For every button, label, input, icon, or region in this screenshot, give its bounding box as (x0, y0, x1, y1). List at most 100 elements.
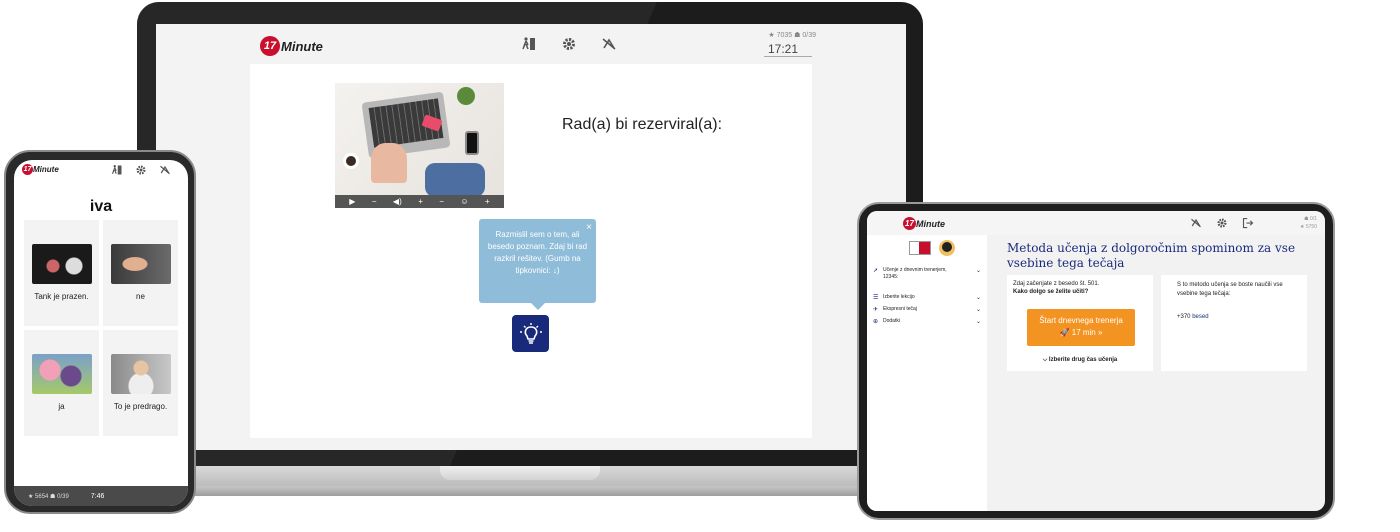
laptop-timer: 17:21 (768, 42, 799, 56)
logo[interactable]: 17 Minute (22, 164, 59, 175)
sidebar-item-lessons[interactable]: ☰ Izberite lekcijo ⌄ (873, 294, 981, 301)
phone-timer: 7:46 (90, 492, 105, 500)
video-controls: ▶ − ◀) + − ☺ + (335, 195, 504, 208)
rocket-icon: ➚ (873, 268, 879, 274)
laptop-screen: 17 Minute ★ 7035 ☗ 0/39 17:21 ▶ − ◀) + −… (156, 24, 906, 450)
gear-icon[interactable] (1215, 216, 1229, 230)
video-player[interactable]: ▶ − ◀) + − ☺ + (335, 83, 504, 208)
laptop-header: 17 Minute ★ 7035 ☗ 0/39 17:21 (156, 24, 906, 60)
answer-image (31, 354, 92, 394)
phone-footer: ★ 5654 ☗ 0/39 7:46 (14, 486, 188, 506)
no-sound-icon[interactable] (158, 163, 172, 177)
answer-image (110, 354, 171, 394)
hint-tooltip: × Razmislil sem o tem, ali besedo poznam… (479, 219, 596, 310)
avatar[interactable] (939, 240, 955, 256)
answer-label: To je predrago. (113, 402, 168, 411)
hint-text: Razmislil sem o tem, ali besedo poznam. … (487, 230, 588, 275)
words-link[interactable]: besed (1192, 314, 1208, 320)
gear-icon[interactable] (560, 35, 578, 53)
laptop-stats: ★ 7035 ☗ 0/39 (768, 32, 816, 39)
tablet: 17 Minute ☗ 0/1 ★ 5750 ➚ Učenje z dnevni… (857, 202, 1335, 520)
answer-grid: Tank je prazen. ne ja To je predrago. (24, 220, 178, 436)
volume-down-icon[interactable]: − (372, 197, 377, 206)
summary-text: S to metodo učenja se boste naučili vse … (1177, 282, 1283, 297)
laptop-notch (440, 466, 600, 480)
logo[interactable]: 17 Minute (903, 217, 945, 230)
answer-option[interactable]: ne (103, 220, 178, 326)
smartphone: 17 Minute iva Tank je prazen. ne ja To j… (4, 150, 196, 514)
reveal-button[interactable] (512, 315, 549, 352)
answer-option[interactable]: ja (24, 330, 99, 436)
tablet-stats: ☗ 0/1 ★ 5750 (1287, 215, 1317, 231)
start-button-label: Štart dnevnega trenerja (1039, 316, 1123, 325)
no-sound-icon[interactable] (600, 35, 618, 53)
logo-badge: 17 (22, 164, 33, 175)
logout-icon[interactable] (1241, 216, 1255, 230)
gear-icon[interactable] (134, 163, 148, 177)
sidebar-item-label: Ekspresni tečaj (883, 306, 917, 312)
timer-progress (764, 56, 812, 57)
sidebar-item-daily-trainer[interactable]: ➚ Učenje z dnevnim trenerjem, 12345: ⌄ (873, 267, 981, 281)
no-sound-icon[interactable] (1189, 216, 1203, 230)
laptop-toolbar (520, 35, 618, 53)
phone-header: 17 Minute (14, 160, 188, 184)
close-icon[interactable]: × (586, 222, 592, 234)
laptop: 17 Minute ★ 7035 ☗ 0/39 17:21 ▶ − ◀) + −… (137, 2, 923, 468)
answer-label: Tank je prazen. (34, 292, 89, 301)
word-count: +370 besed (1177, 313, 1297, 322)
tablet-stats-lessons: ☗ 0/1 (1304, 216, 1317, 222)
answer-label: ja (58, 402, 65, 411)
exit-icon[interactable] (520, 35, 538, 53)
tablet-header: 17 Minute ☗ 0/1 ★ 5750 (867, 211, 1325, 235)
phone-toolbar (110, 163, 172, 177)
choose-time-link[interactable]: ⌵ Izberite drug čas učenja (1007, 357, 1153, 364)
word-title: iva (89, 198, 113, 215)
play-icon[interactable]: ▶ (349, 197, 355, 206)
logo[interactable]: 17 Minute (260, 36, 323, 56)
laptop-foot (180, 486, 880, 496)
sidebar-item-express[interactable]: ✈ Ekspresni tečaj ⌄ (873, 306, 981, 313)
answer-image (31, 244, 92, 284)
start-trainer-button[interactable]: Štart dnevnega trenerja 🚀 17 min » (1027, 309, 1135, 346)
logo-word: Minute (916, 218, 945, 229)
answer-image (110, 244, 171, 284)
answer-option[interactable]: To je predrago. (103, 330, 178, 436)
word-count-value: +370 (1177, 314, 1191, 320)
prompt-text: Rad(a) bi rezerviral(a): (562, 116, 723, 133)
start-card: Zdaj začenjate z besedo št. 501. Kako do… (1007, 275, 1153, 371)
phone-screen: 17 Minute iva Tank je prazen. ne ja To j… (14, 160, 188, 506)
start-question: Kako dolgo se želite učiti? (1013, 289, 1089, 295)
lesson-card: ▶ − ◀) + − ☺ + Rad(a) bi rezerviral(a): … (250, 64, 812, 438)
video-hand (371, 143, 407, 183)
answer-option[interactable]: Tank je prazen. (24, 220, 99, 326)
start-info: Zdaj začenjate z besedo št. 501. (1013, 281, 1100, 287)
phone-stats: ★ 5654 ☗ 0/39 (28, 493, 69, 500)
device-showcase: 17 Minute ★ 7035 ☗ 0/39 17:21 ▶ − ◀) + −… (0, 0, 1400, 532)
speed-up-icon[interactable]: + (485, 197, 490, 206)
video-sleeve (425, 163, 485, 197)
speed-down-icon[interactable]: − (439, 197, 444, 206)
volume-icon[interactable]: ◀) (393, 197, 402, 206)
volume-up-icon[interactable]: + (418, 197, 423, 206)
video-plant (457, 87, 475, 105)
exit-icon[interactable] (110, 163, 124, 177)
chevron-down-icon: ⌄ (975, 319, 981, 325)
sidebar-item-extras[interactable]: ⊕ Dodatki ⌄ (873, 318, 981, 325)
list-icon: ☰ (873, 295, 879, 301)
sidebar-item-label: Učenje z dnevnim trenerjem, 12345: (883, 267, 947, 280)
answer-label: ne (136, 292, 145, 301)
summary-card: S to metodo učenja se boste naučili vse … (1161, 275, 1307, 371)
chevron-down-icon: ⌄ (975, 268, 981, 274)
express-icon: ✈ (873, 307, 879, 313)
video-coffee-cup (343, 153, 359, 169)
logo-word: Minute (33, 165, 59, 174)
flag-icon[interactable] (909, 241, 931, 255)
video-phone (465, 131, 479, 155)
chevron-down-icon: ⌄ (975, 295, 981, 301)
chevron-down-icon: ⌄ (975, 307, 981, 313)
page-title: Metoda učenja z dolgoročnim spominom za … (1007, 241, 1296, 270)
tablet-screen: 17 Minute ☗ 0/1 ★ 5750 ➚ Učenje z dnevni… (867, 211, 1325, 511)
logo-word: Minute (281, 38, 323, 54)
logo-badge: 17 (260, 36, 280, 56)
speed-icon[interactable]: ☺ (460, 197, 468, 206)
